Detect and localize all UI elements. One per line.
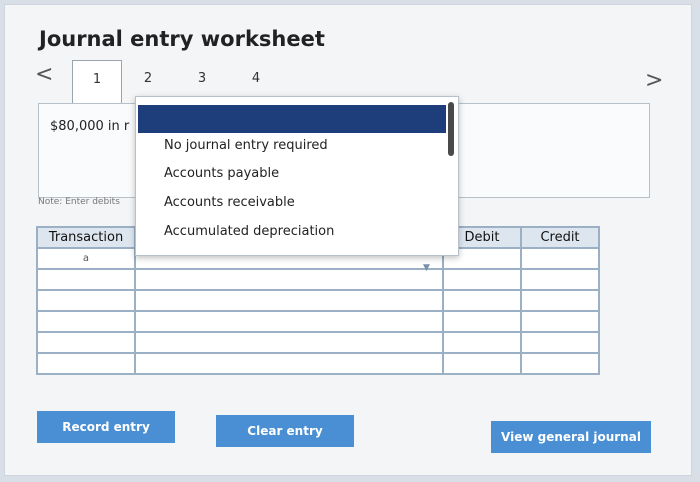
record-entry-button[interactable]: Record entry <box>37 411 175 443</box>
header-transaction: Transaction <box>36 226 136 249</box>
credit-input[interactable] <box>520 268 600 291</box>
credit-input[interactable] <box>520 247 600 270</box>
tab-4[interactable]: 4 <box>232 60 280 98</box>
table-row <box>36 310 600 333</box>
tab-2[interactable]: 2 <box>124 60 172 98</box>
transaction-cell <box>36 310 136 333</box>
tab-1[interactable]: 1 <box>72 60 122 105</box>
debit-input[interactable] <box>442 268 522 291</box>
instruction-text: $80,000 in r <box>50 119 130 134</box>
page-title: Journal entry worksheet <box>39 27 325 51</box>
dropdown-scrollbar[interactable] <box>448 102 454 156</box>
prev-arrow-icon[interactable]: < <box>35 62 53 87</box>
debit-input[interactable] <box>442 352 522 375</box>
credit-input[interactable] <box>520 352 600 375</box>
account-select[interactable] <box>134 310 444 333</box>
transaction-cell <box>36 289 136 312</box>
view-general-journal-button[interactable]: View general journal <box>491 421 651 453</box>
dropdown-option[interactable]: Accounts receivable <box>164 195 295 210</box>
dropdown-option[interactable]: Accumulated depreciation <box>164 224 334 239</box>
transaction-cell <box>36 331 136 354</box>
table-row <box>36 331 600 354</box>
tab-3[interactable]: 3 <box>178 60 226 98</box>
chevron-down-icon[interactable]: ▼ <box>423 263 430 273</box>
note-text: Note: Enter debits <box>38 197 120 207</box>
table-row <box>36 352 600 375</box>
clear-entry-button[interactable]: Clear entry <box>216 415 354 447</box>
account-select[interactable] <box>134 331 444 354</box>
debit-input[interactable] <box>442 289 522 312</box>
next-arrow-icon[interactable]: > <box>645 68 663 93</box>
account-select[interactable] <box>134 268 444 291</box>
credit-input[interactable] <box>520 310 600 333</box>
debit-input[interactable] <box>442 331 522 354</box>
dropdown-selected-option[interactable] <box>138 105 446 133</box>
dropdown-option[interactable]: Accounts payable <box>164 166 279 181</box>
dropdown-option[interactable]: No journal entry required <box>164 138 328 153</box>
account-select[interactable] <box>134 289 444 312</box>
transaction-cell: a <box>36 247 136 270</box>
credit-input[interactable] <box>520 289 600 312</box>
header-credit: Credit <box>520 226 600 249</box>
credit-input[interactable] <box>520 331 600 354</box>
debit-input[interactable] <box>442 310 522 333</box>
transaction-cell <box>36 268 136 291</box>
table-row <box>36 268 600 291</box>
account-select[interactable] <box>134 352 444 375</box>
account-dropdown[interactable]: No journal entry required Accounts payab… <box>135 96 459 256</box>
table-row <box>36 289 600 312</box>
transaction-cell <box>36 352 136 375</box>
